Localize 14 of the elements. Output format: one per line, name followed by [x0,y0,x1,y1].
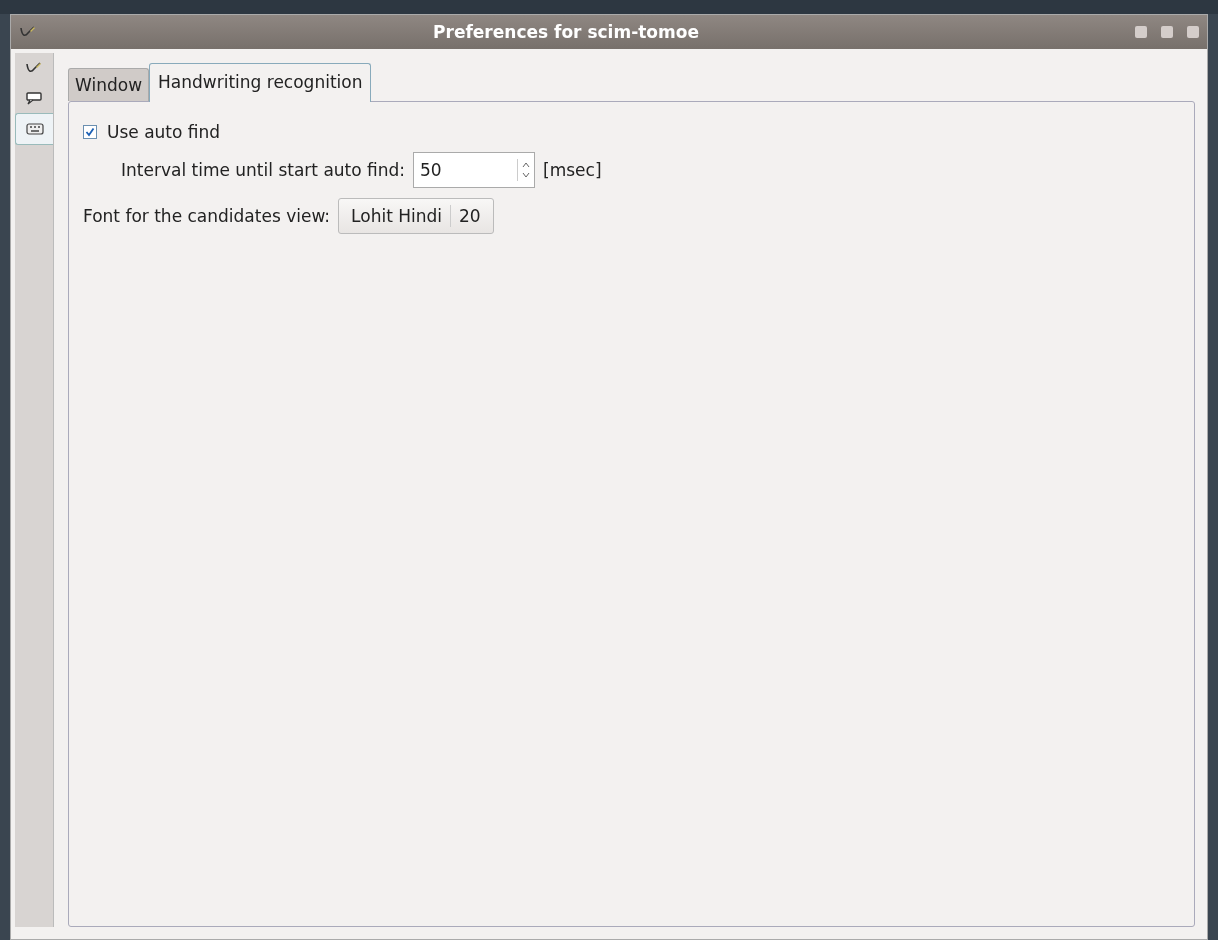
checkbox[interactable] [83,125,97,139]
unit-label: [msec] [543,160,602,180]
spin-arrows-icon[interactable] [517,159,531,181]
checkbox-label: Use auto find [107,122,221,142]
font-button[interactable]: Lohit Hindi 20 [338,198,494,234]
field-label: Interval time until start auto find: [121,160,406,180]
speech-balloon-icon [25,90,43,106]
tab[interactable]: Window [68,68,150,101]
tab[interactable]: Handwriting recognition [149,63,372,102]
window-title: Preferences for scim-tomoe [432,22,700,42]
field-label: Font for the candidates view: [83,206,331,226]
side-tab[interactable] [15,113,53,145]
keyboard-icon [25,122,44,136]
spin-field[interactable]: 50 [413,152,536,188]
